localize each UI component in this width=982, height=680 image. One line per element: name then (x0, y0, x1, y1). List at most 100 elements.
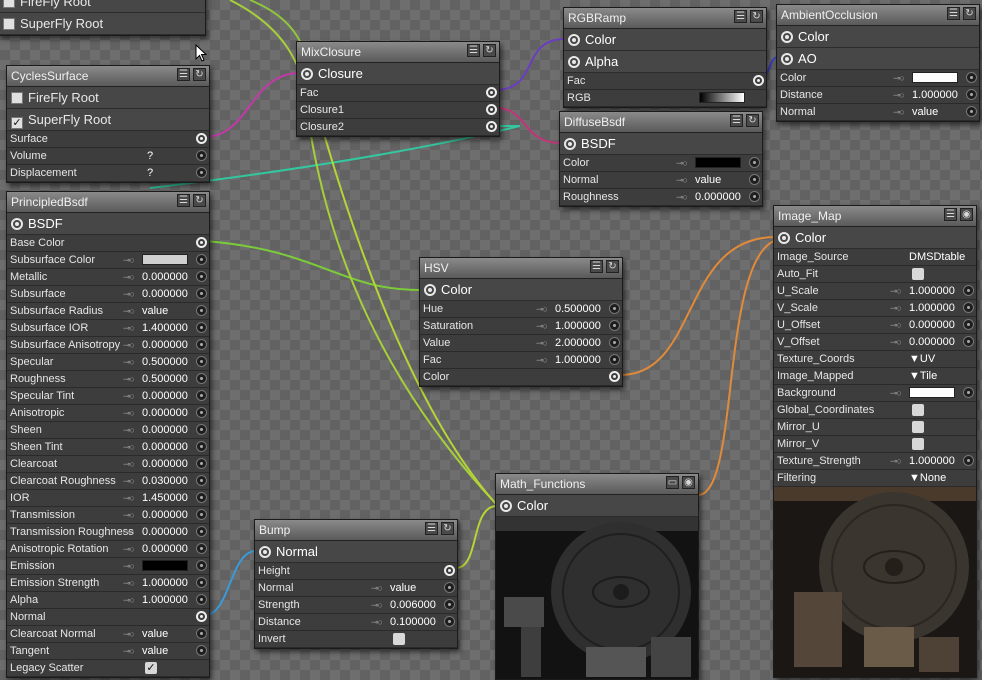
superfly-root-option[interactable]: ✓ SuperFly Root (7, 109, 209, 131)
mirror-u-checkbox[interactable] (912, 421, 924, 433)
ao-output[interactable]: AO (777, 48, 979, 70)
closure-output-socket[interactable] (301, 68, 313, 80)
color-socket[interactable] (609, 371, 620, 382)
value-input-socket[interactable] (609, 337, 620, 348)
global-coordinates-checkbox[interactable] (912, 404, 924, 416)
subsurface-anisotropy-value[interactable]: 0.000000 (142, 337, 188, 353)
mirror-v-checkbox[interactable] (912, 438, 924, 450)
subsurface-value[interactable]: 0.000000 (142, 286, 188, 302)
texture-strength-value[interactable]: 1.000000 (909, 453, 955, 469)
subsurface-color-color-swatch[interactable] (142, 254, 188, 265)
menu-icon[interactable]: ☰ (177, 194, 190, 207)
rgb-ramp-node[interactable]: RGBRamp ☰ ↻ Color Alpha Fac RGB (563, 7, 767, 108)
bump-node[interactable]: Bump ☰ ↻ Normal Height Normal ⊸○ value Streng… (254, 519, 458, 649)
node-title-bar[interactable]: DiffuseBsdf ☰ ↻ (560, 112, 762, 133)
superfly-root-checkbox[interactable] (3, 18, 15, 30)
specular-tint-input-socket[interactable] (196, 390, 207, 401)
displacement-input-socket[interactable] (196, 167, 207, 178)
bsdf-output-socket[interactable] (11, 218, 23, 230)
window-icon[interactable]: ▭ (666, 476, 679, 489)
closure1-socket[interactable] (486, 104, 497, 115)
normal-socket[interactable] (196, 611, 207, 622)
node-title-bar[interactable]: CyclesSurface ☰ ↻ (7, 66, 209, 87)
subsurface-anisotropy-input-socket[interactable] (196, 339, 207, 350)
sheen-value[interactable]: 0.000000 (142, 422, 188, 438)
distance-input-socket[interactable] (966, 89, 977, 100)
color-output-socket[interactable] (568, 34, 580, 46)
color-output[interactable]: Color (420, 279, 622, 301)
roughness-input-socket[interactable] (196, 373, 207, 384)
strength-value[interactable]: 0.006000 (390, 597, 436, 613)
menu-icon[interactable]: ☰ (947, 7, 960, 20)
specular-input-socket[interactable] (196, 356, 207, 367)
node-title-bar[interactable]: RGBRamp ☰ ↻ (564, 8, 766, 29)
firefly-root-option[interactable]: FireFly Root (0, 0, 205, 13)
color-output-socket[interactable] (500, 500, 512, 512)
mix-closure-node[interactable]: MixClosure ☰ ↻ Closure Fac Closure1 Closu… (296, 41, 500, 137)
clearcoat-normal-value[interactable]: value (142, 626, 168, 642)
subsurface-radius-value[interactable]: value (142, 303, 168, 319)
node-title-bar[interactable]: Bump ☰ ↻ (255, 520, 457, 541)
superfly-root-checkbox[interactable]: ✓ (11, 117, 23, 129)
subsurface-radius-input-socket[interactable] (196, 305, 207, 316)
background-input-socket[interactable] (963, 387, 974, 398)
emission-strength-value[interactable]: 1.000000 (142, 575, 188, 591)
base-color-socket[interactable] (196, 237, 207, 248)
background-color-swatch[interactable] (909, 387, 955, 398)
refresh-icon[interactable]: ↻ (746, 114, 759, 127)
transmission-roughness-value[interactable]: 0.000000 (142, 524, 188, 540)
fac-socket[interactable] (753, 75, 764, 86)
clearcoat-input-socket[interactable] (196, 458, 207, 469)
auto-fit-checkbox[interactable] (912, 268, 924, 280)
emission-strength-input-socket[interactable] (196, 577, 207, 588)
subsurface-input-socket[interactable] (196, 288, 207, 299)
bsdf-output[interactable]: BSDF (560, 133, 762, 155)
rgb-gradient-ramp[interactable] (699, 92, 745, 103)
texture-strength-input-socket[interactable] (963, 455, 974, 466)
image-mapped-value[interactable]: ▼Tile (909, 368, 937, 384)
subsurface-color-input-socket[interactable] (196, 254, 207, 265)
surface-output-socket[interactable] (196, 133, 207, 144)
emission-color-swatch[interactable] (142, 560, 188, 571)
specular-value[interactable]: 0.500000 (142, 354, 188, 370)
color-output[interactable]: Color (777, 26, 979, 48)
saturation-value[interactable]: 1.000000 (555, 318, 601, 334)
u-scale-input-socket[interactable] (963, 285, 974, 296)
normal-input-socket[interactable] (444, 582, 455, 593)
v-scale-input-socket[interactable] (963, 302, 974, 313)
color-output-socket[interactable] (424, 284, 436, 296)
clearcoat-normal-input-socket[interactable] (196, 628, 207, 639)
specular-tint-value[interactable]: 0.000000 (142, 388, 188, 404)
refresh-icon[interactable]: ↻ (963, 7, 976, 20)
ior-value[interactable]: 1.450000 (142, 490, 188, 506)
metallic-input-socket[interactable] (196, 271, 207, 282)
menu-icon[interactable]: ☰ (734, 10, 747, 23)
distance-input-socket[interactable] (444, 616, 455, 627)
color-swatch[interactable] (912, 72, 958, 83)
ambient-occlusion-node[interactable]: AmbientOcclusion ☰ ↻ Color AO Color ⊸○ Dis… (776, 4, 980, 122)
color-input-socket[interactable] (966, 72, 977, 83)
fac-socket[interactable] (486, 87, 497, 98)
fac-value[interactable]: 1.000000 (555, 352, 601, 368)
strength-input-socket[interactable] (444, 599, 455, 610)
clearcoat-roughness-input-socket[interactable] (196, 475, 207, 486)
eye-icon[interactable]: ◉ (682, 476, 695, 489)
normal-input-socket[interactable] (749, 174, 760, 185)
image-map-node[interactable]: Image_Map ☰ ◉ Color Image_Source DMSDtable… (773, 205, 977, 678)
transmission-input-socket[interactable] (196, 509, 207, 520)
filtering-value[interactable]: ▼None (909, 470, 946, 486)
refresh-icon[interactable]: ↻ (606, 260, 619, 273)
refresh-icon[interactable]: ↻ (193, 194, 206, 207)
node-title-bar[interactable]: MixClosure ☰ ↻ (297, 42, 499, 63)
legacy-scatter-checkbox[interactable]: ✓ (145, 662, 157, 674)
anisotropic-value[interactable]: 0.000000 (142, 405, 188, 421)
texture-coords-value[interactable]: ▼UV (909, 351, 935, 367)
color-output-socket[interactable] (778, 232, 790, 244)
node-title-bar[interactable]: AmbientOcclusion ☰ ↻ (777, 5, 979, 26)
color-swatch[interactable] (695, 157, 741, 168)
color-output[interactable]: Color (564, 29, 766, 51)
anisotropic-input-socket[interactable] (196, 407, 207, 418)
menu-icon[interactable]: ☰ (590, 260, 603, 273)
color-output[interactable]: Color (774, 227, 976, 249)
eye-icon[interactable]: ◉ (960, 208, 973, 221)
